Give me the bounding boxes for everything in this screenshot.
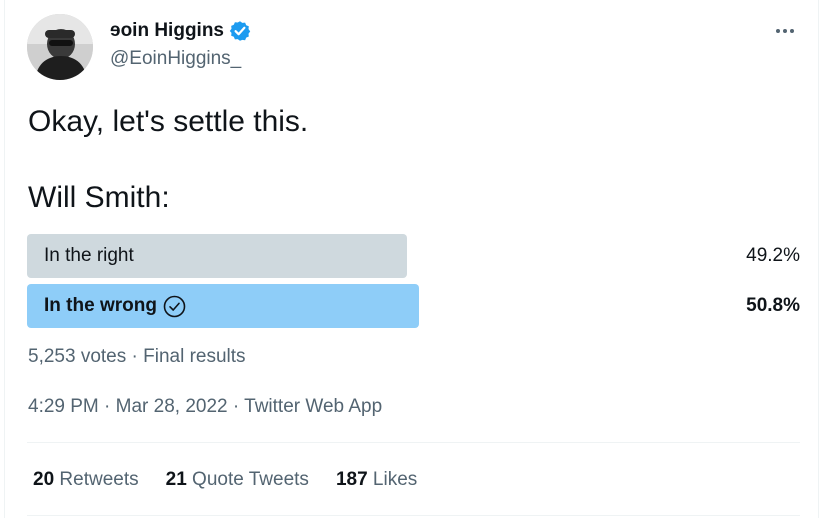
likes-stat[interactable]: 187 Likes bbox=[336, 469, 417, 491]
more-options-icon[interactable] bbox=[770, 20, 800, 42]
tweet-timestamp[interactable]: 4:29 PM · Mar 28, 2022 · Twitter Web App bbox=[28, 396, 382, 418]
poll-option-2: In the wrong 50.8% bbox=[27, 284, 800, 328]
poll-option-label: In the right bbox=[44, 245, 134, 266]
quote-tweets-count: 21 bbox=[165, 469, 187, 490]
poll-option-label-wrap: In the right bbox=[44, 234, 134, 278]
likes-label: Likes bbox=[372, 469, 418, 490]
tweet-text-line-2: Will Smith: bbox=[28, 181, 170, 214]
retweets-stat[interactable]: 20 Retweets bbox=[33, 469, 139, 491]
tweet-text-line-1: Okay, let's settle this. bbox=[28, 105, 309, 138]
poll-option-1: In the right 49.2% bbox=[27, 234, 800, 278]
author-name-row[interactable]: ɘoin Higgins bbox=[110, 20, 251, 42]
verified-badge-icon bbox=[229, 20, 251, 42]
divider bbox=[27, 515, 800, 516]
divider bbox=[27, 442, 800, 443]
check-circle-icon bbox=[163, 295, 186, 318]
poll-results-meta: 5,253 votes · Final results bbox=[28, 346, 246, 367]
poll-option-percent: 49.2% bbox=[746, 245, 800, 266]
likes-count: 187 bbox=[335, 469, 368, 490]
author-handle[interactable]: @EoinHiggins_ bbox=[110, 48, 241, 70]
avatar[interactable] bbox=[27, 14, 93, 80]
poll-option-percent: 50.8% bbox=[746, 295, 800, 316]
poll-option-label-wrap: In the wrong bbox=[44, 284, 186, 328]
quote-tweets-stat[interactable]: 21 Quote Tweets bbox=[166, 469, 309, 491]
poll-option-label: In the wrong bbox=[44, 295, 157, 316]
engagement-stats: 20 Retweets 21 Quote Tweets 187 Likes bbox=[33, 469, 417, 491]
retweets-count: 20 bbox=[33, 469, 55, 490]
author-display-name[interactable]: ɘoin Higgins bbox=[110, 20, 224, 42]
retweets-label: Retweets bbox=[59, 469, 139, 490]
quote-tweets-label: Quote Tweets bbox=[192, 469, 309, 490]
